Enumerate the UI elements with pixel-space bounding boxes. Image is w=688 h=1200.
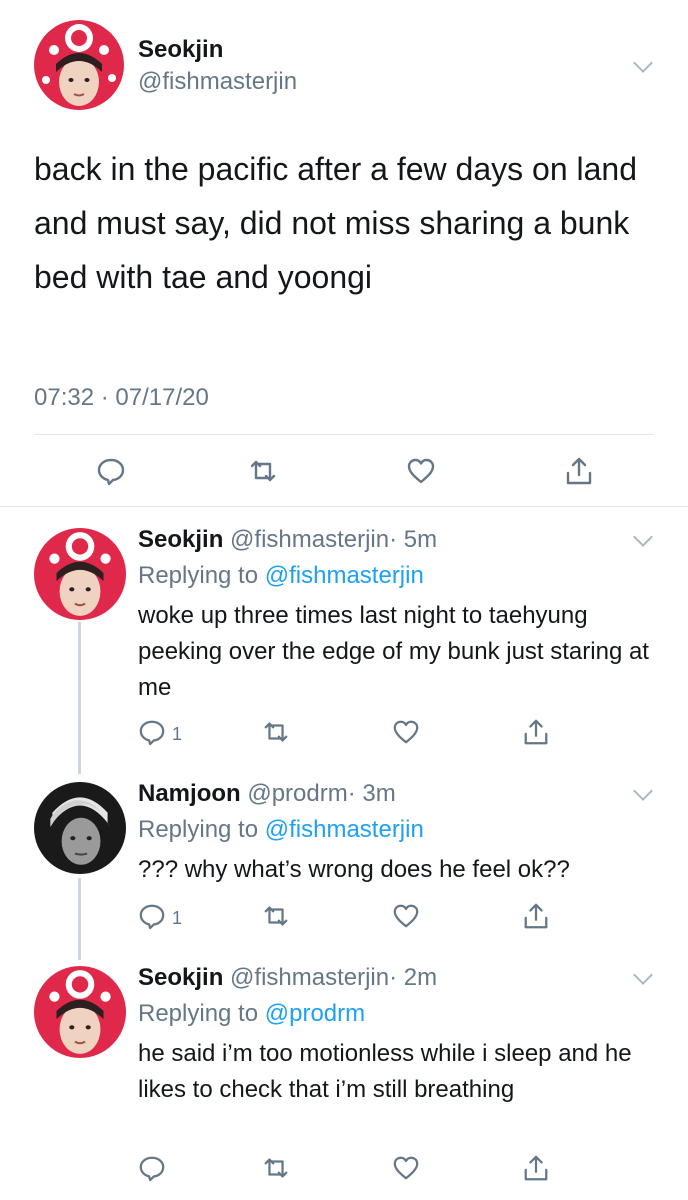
avatar-seokjin[interactable] (34, 966, 126, 1058)
share-icon[interactable] (564, 456, 594, 486)
share-icon[interactable] (522, 718, 550, 746)
divider (34, 434, 654, 435)
avatar-seokjin[interactable] (34, 528, 126, 620)
divider (0, 506, 688, 507)
retweet-icon[interactable] (262, 718, 290, 746)
reply-count: 1 (172, 908, 183, 928)
like-icon[interactable] (392, 902, 420, 930)
author-handle[interactable]: @prodrm (247, 780, 347, 807)
replying-prefix: Replying to (138, 562, 259, 589)
share-icon[interactable] (522, 1154, 550, 1182)
reply-icon[interactable] (138, 1154, 166, 1182)
tweet-age: · 2m (389, 964, 438, 991)
like-icon[interactable] (392, 718, 420, 746)
tweet-timestamp: 07:32 · 07/17/20 (34, 384, 209, 411)
tweet-age: · 3m (347, 780, 396, 807)
author-name[interactable]: Seokjin (138, 964, 223, 991)
author-name[interactable]: Namjoon (138, 780, 241, 807)
replying-to: Replying to @fishmasterjin (138, 562, 424, 590)
replying-prefix: Replying to (138, 1000, 259, 1027)
chevron-down-icon[interactable] (633, 965, 653, 985)
replying-prefix: Replying to (138, 816, 259, 843)
thread-connector (78, 622, 81, 774)
reply-text: woke up three times last night to taehyu… (138, 602, 649, 701)
tweet-age: · 5m (389, 526, 438, 553)
replying-to-handle[interactable]: @fishmasterjin (265, 562, 424, 589)
thread-connector (78, 878, 81, 960)
author-handle[interactable]: @fishmasterjin (230, 526, 389, 553)
reply-header: Namjoon @prodrm· 3m (138, 780, 396, 808)
like-icon[interactable] (392, 1154, 420, 1182)
author-handle[interactable]: @fishmasterjin (230, 964, 389, 991)
share-icon[interactable] (522, 902, 550, 930)
chevron-down-icon[interactable] (633, 781, 653, 801)
author-name[interactable]: Seokjin (138, 526, 223, 553)
retweet-icon[interactable] (248, 456, 278, 486)
avatar-namjoon[interactable] (34, 782, 126, 874)
avatar-seokjin[interactable] (34, 20, 124, 110)
reply-text: ??? why what’s wrong does he feel ok?? (138, 856, 570, 883)
replying-to-handle[interactable]: @fishmasterjin (265, 816, 424, 843)
reply-icon[interactable] (138, 902, 166, 930)
replying-to-handle[interactable]: @prodrm (265, 1000, 365, 1027)
retweet-icon[interactable] (262, 1154, 290, 1182)
reply-count: 1 (172, 724, 183, 744)
retweet-icon[interactable] (262, 902, 290, 930)
reply-header: Seokjin @fishmasterjin· 5m (138, 526, 437, 554)
author-name[interactable]: Seokjin (138, 36, 223, 64)
reply-icon[interactable] (138, 718, 166, 746)
author-handle[interactable]: @fishmasterjin (138, 68, 297, 96)
reply-icon[interactable] (96, 456, 126, 486)
chevron-down-icon[interactable] (633, 53, 653, 73)
reply-text: he said i’m too motionless while i sleep… (138, 1040, 632, 1103)
replying-to: Replying to @prodrm (138, 1000, 365, 1028)
replying-to: Replying to @fishmasterjin (138, 816, 424, 844)
like-icon[interactable] (406, 456, 436, 486)
reply-header: Seokjin @fishmasterjin· 2m (138, 964, 437, 992)
tweet-text: back in the pacific after a few days on … (34, 151, 638, 295)
chevron-down-icon[interactable] (633, 527, 653, 547)
